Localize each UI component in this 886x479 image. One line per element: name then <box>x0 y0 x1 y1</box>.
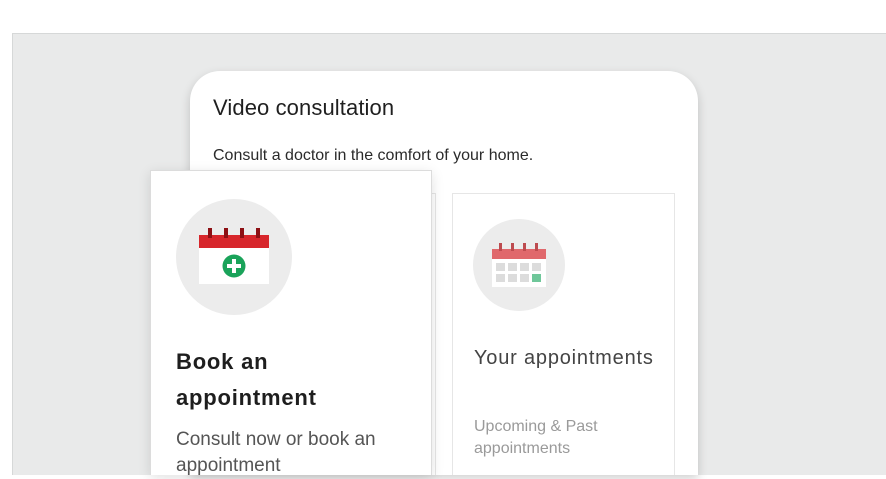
book-appointment-card[interactable]: Book an appointment Consult now or book … <box>150 170 432 476</box>
book-appointment-title: Book an appointment <box>176 349 317 410</box>
calendar-plus-icon <box>176 199 292 315</box>
your-appointments-description: Upcoming & Past appointments <box>474 418 598 457</box>
book-appointment-description: Consult now or book an appointment <box>176 429 376 476</box>
panel-subtitle: Consult a doctor in the comfort of your … <box>213 147 534 164</box>
panel-title: Video consultation <box>213 95 395 120</box>
your-appointments-title: Your appointments <box>474 347 654 369</box>
your-appointments-card[interactable]: Your appointments Upcoming & Past appoin… <box>452 193 675 475</box>
calendar-grid-icon <box>473 219 565 311</box>
